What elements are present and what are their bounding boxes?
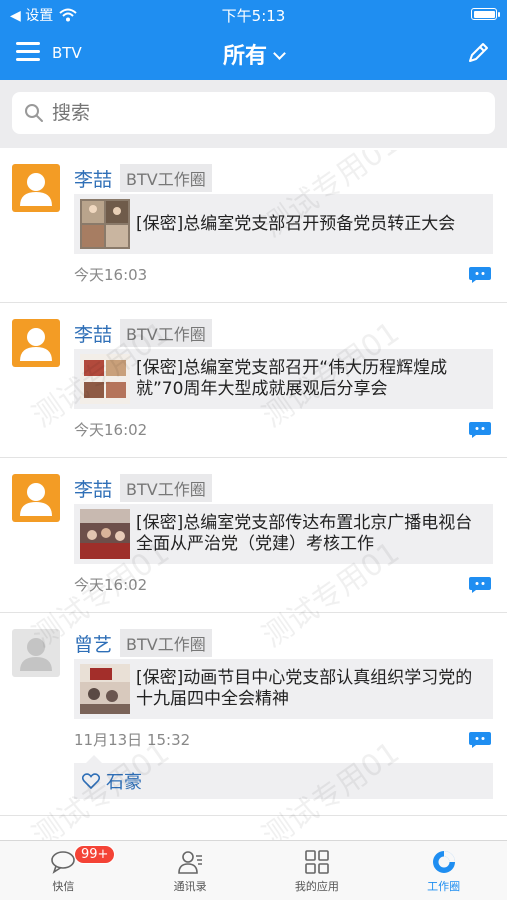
tab-contacts[interactable]: 通讯录 [127,841,254,900]
avatar[interactable] [12,629,60,677]
comment-icon[interactable] [469,422,491,438]
circle-tag: BTV工作圈 [120,319,212,347]
likes-bar: 石豪 [74,755,493,799]
tab-work-circle[interactable]: 工作圈 [380,841,507,900]
user-silhouette-icon [20,328,52,361]
comment-icon[interactable] [469,267,491,283]
feed-post: 李喆 BTV工作圈 [保密]总编室党支部召开“伟大历程辉煌成就”70周年大型成就… [0,303,507,458]
tab-my-apps[interactable]: 我的应用 [254,841,381,900]
article-thumbnail [80,664,130,714]
tab-messages[interactable]: 99+ 快信 [0,841,127,900]
article-title: [保密]动画节目中心党支部认真组织学习党的十九届四中全会精神 [136,668,473,709]
contacts-icon [178,851,203,874]
post-time: 今天16:02 [74,421,148,439]
circle-tag: BTV工作圈 [120,474,212,502]
post-time: 今天16:03 [74,266,148,284]
feed-post: 李喆 BTV工作圈 [保密]总编室党支部传达布置北京广播电视台全面从严治党（党建… [0,458,507,613]
post-time: 今天16:02 [74,576,148,594]
post-time: 11月13日 15:32 [74,731,191,749]
work-circle-icon [432,851,455,873]
like-user[interactable]: 石豪 [106,768,142,794]
avatar[interactable] [12,319,60,367]
tab-label: 我的应用 [294,880,339,893]
post-author[interactable]: 李喆 [74,475,112,502]
search-icon [25,104,43,122]
shared-article-card[interactable]: [保密]总编室党支部召开预备党员转正大会 [74,194,493,254]
filter-dropdown[interactable]: 所有 [0,38,507,70]
unread-badge: 99+ [74,845,116,864]
article-title: [保密]总编室党支部召开预备党员转正大会 [136,213,456,234]
heart-icon [82,773,100,789]
avatar[interactable] [12,164,60,212]
status-time: 下午5:13 [221,7,286,25]
feed-post: 李喆 BTV工作圈 [保密]总编室党支部召开预备党员转正大会 今天16:03 [0,148,507,303]
comment-icon[interactable] [469,732,491,748]
tab-label: 通讯录 [173,880,207,893]
shared-article-card[interactable]: [保密]总编室党支部召开“伟大历程辉煌成就”70周年大型成就展观后分享会 [74,349,493,409]
article-title: [保密]总编室党支部传达布置北京广播电视台全面从严治党（党建）考核工作 [136,513,473,554]
user-silhouette-icon [20,638,52,671]
compose-pencil-icon[interactable] [465,40,491,66]
circle-tag: BTV工作圈 [120,164,212,192]
avatar[interactable] [12,474,60,522]
post-author[interactable]: 李喆 [74,165,112,192]
user-silhouette-icon [20,483,52,516]
work-circle-feed[interactable]: 李喆 BTV工作圈 [保密]总编室党支部召开预备党员转正大会 今天16:03 李… [0,148,507,840]
feed-post: 曾艺 BTV工作圈 [保密]动画节目中心党支部认真组织学习党的十九届四中全会精神… [0,613,507,816]
bottom-tab-bar: 99+ 快信 通讯录 我的应用 工作圈 [0,840,507,900]
search-area [0,80,507,148]
post-author[interactable]: 李喆 [74,320,112,347]
article-thumbnail [80,199,130,249]
nav-bar: BTV 所有 [0,28,507,80]
search-box[interactable] [12,92,495,134]
article-title: [保密]总编室党支部召开“伟大历程辉煌成就”70周年大型成就展观后分享会 [136,358,448,399]
article-thumbnail [80,509,130,559]
search-input[interactable] [52,102,452,124]
shared-article-card[interactable]: [保密]动画节目中心党支部认真组织学习党的十九届四中全会精神 [74,659,493,719]
chevron-down-icon [273,47,286,60]
status-bar: ◀ 设置 下午5:13 [0,0,507,28]
user-silhouette-icon [20,173,52,206]
shared-article-card[interactable]: [保密]总编室党支部传达布置北京广播电视台全面从严治党（党建）考核工作 [74,504,493,564]
tab-label: 工作圈 [427,880,461,893]
battery-icon [471,8,500,20]
circle-tag: BTV工作圈 [120,629,212,657]
article-thumbnail [80,354,130,404]
tab-label: 快信 [52,880,75,893]
filter-title: 所有 [222,44,267,69]
app-header: ◀ 设置 下午5:13 BTV 所有 [0,0,507,80]
comment-icon[interactable] [469,577,491,593]
apps-grid-icon [305,850,329,874]
post-author[interactable]: 曾艺 [74,630,112,657]
